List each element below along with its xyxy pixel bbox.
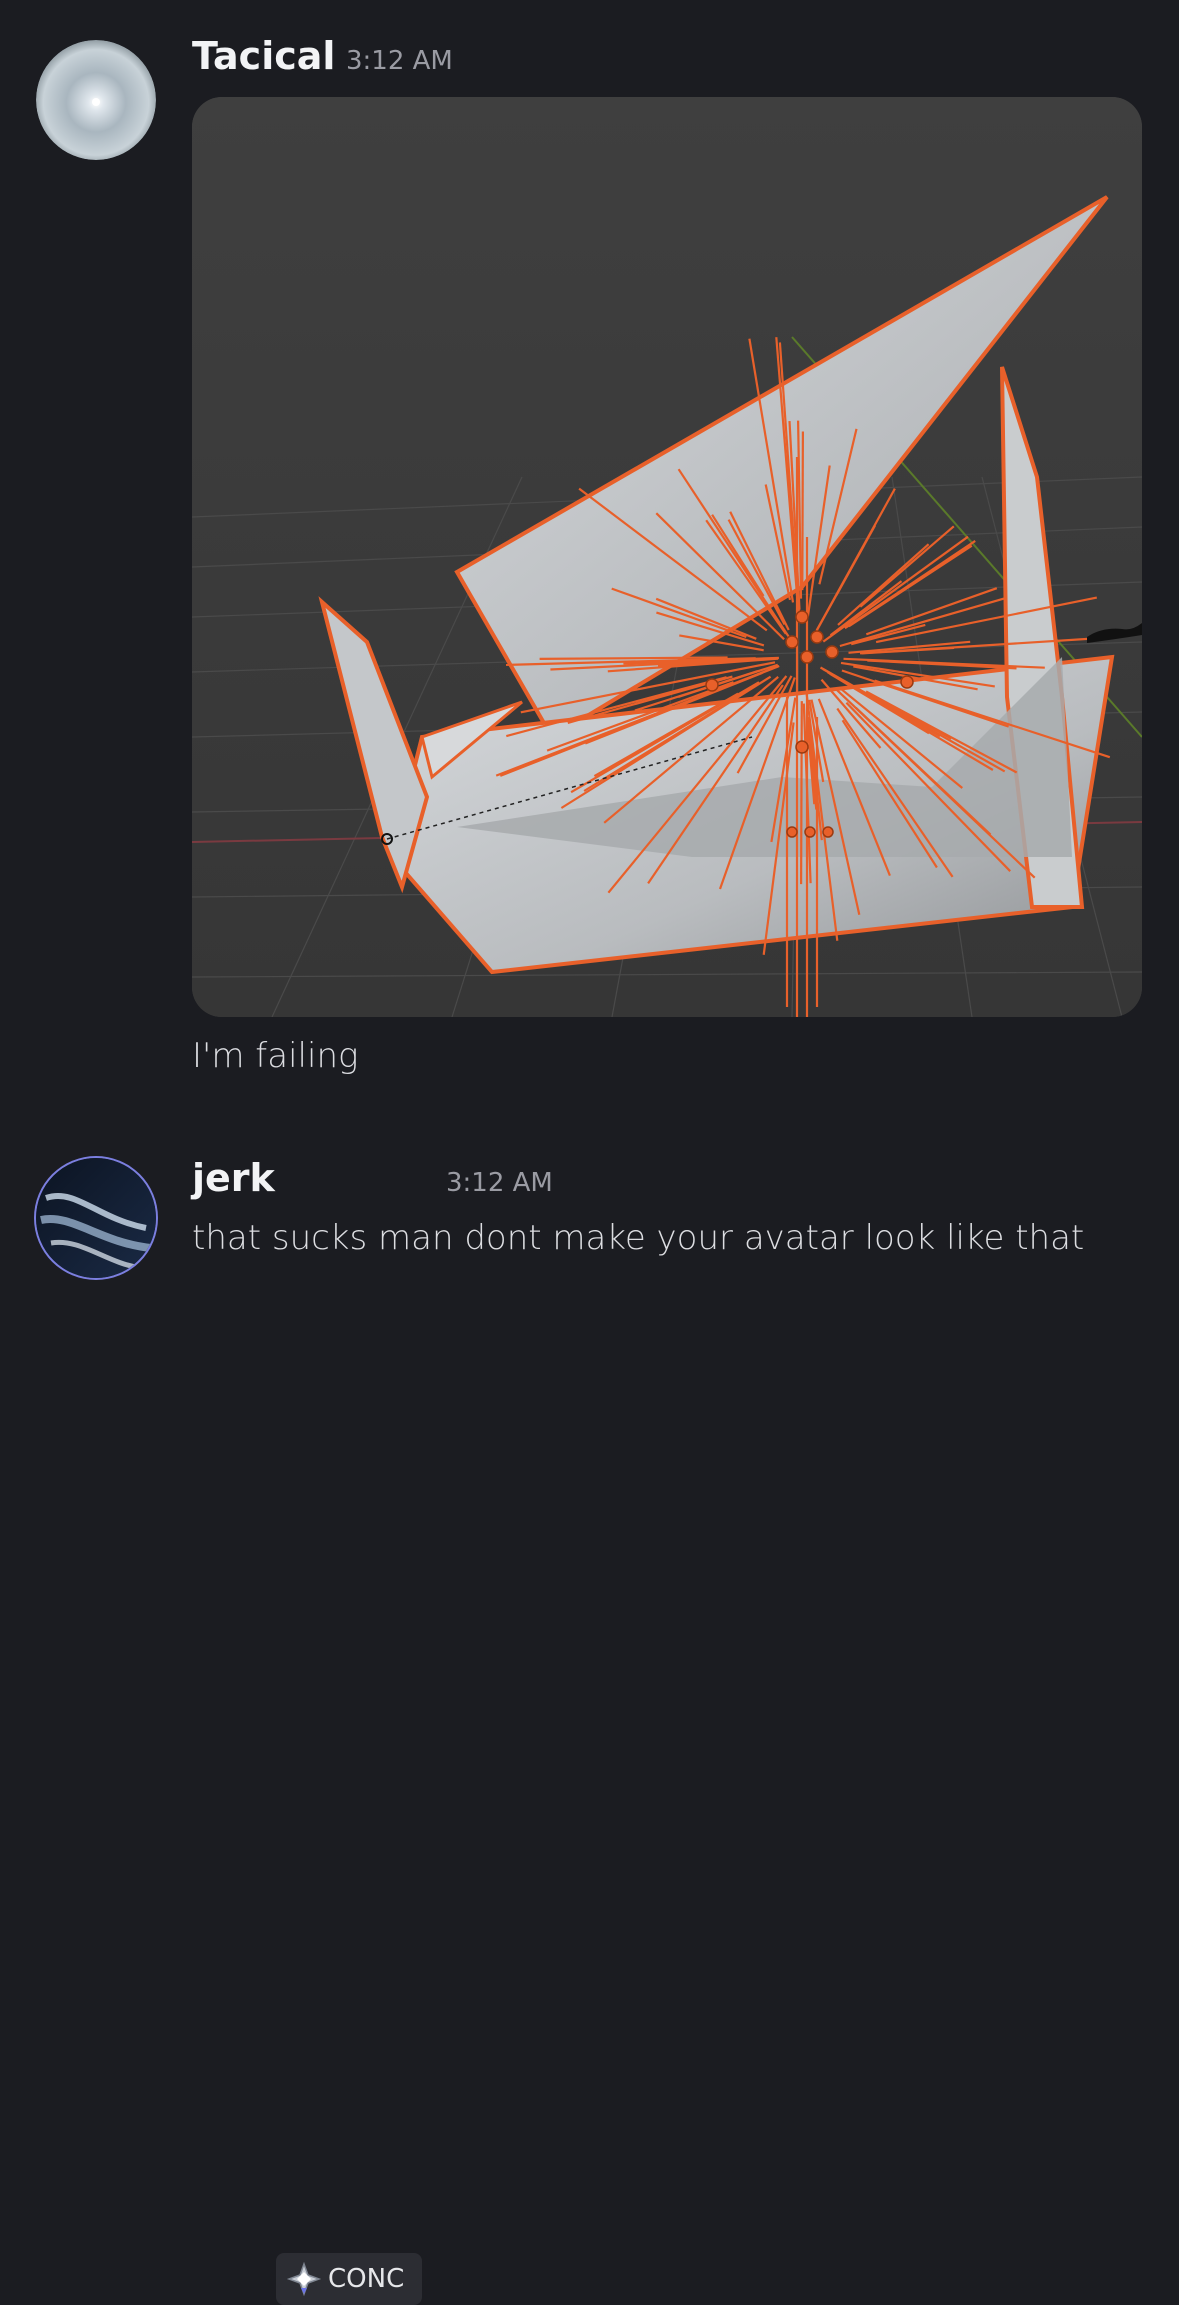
timestamp: 3:12 AM	[446, 1168, 553, 1198]
rig-bone-line	[539, 656, 728, 660]
rig-bone-line	[801, 431, 805, 591]
dark-swirl-avatar-icon	[36, 1158, 156, 1278]
image-attachment[interactable]	[192, 97, 1142, 1017]
message-text: that sucks man dont make your avatar loo…	[192, 1218, 1085, 1258]
3d-viewport-screenshot-icon	[192, 97, 1142, 1017]
user-avatar-jerk[interactable]	[36, 1158, 156, 1278]
timestamp: 3:12 AM	[346, 46, 453, 76]
server-tag[interactable]: CONC	[276, 2253, 422, 2305]
diamond-badge-icon	[286, 2261, 322, 2297]
message-text: I'm failing	[192, 1036, 359, 1076]
tag-label: CONC	[328, 2264, 405, 2294]
rig-bone-line	[799, 701, 803, 885]
message-1: Tacical 3:12 AM I'm failing	[0, 0, 1179, 1100]
username[interactable]: jerk	[192, 1156, 275, 1200]
message-2: jerk CONC 3:12 AM that sucks man dont ma…	[0, 1100, 1179, 2305]
user-avatar-tacical[interactable]	[36, 40, 156, 160]
username[interactable]: Tacical	[192, 34, 335, 78]
orb-avatar-icon	[36, 40, 156, 160]
